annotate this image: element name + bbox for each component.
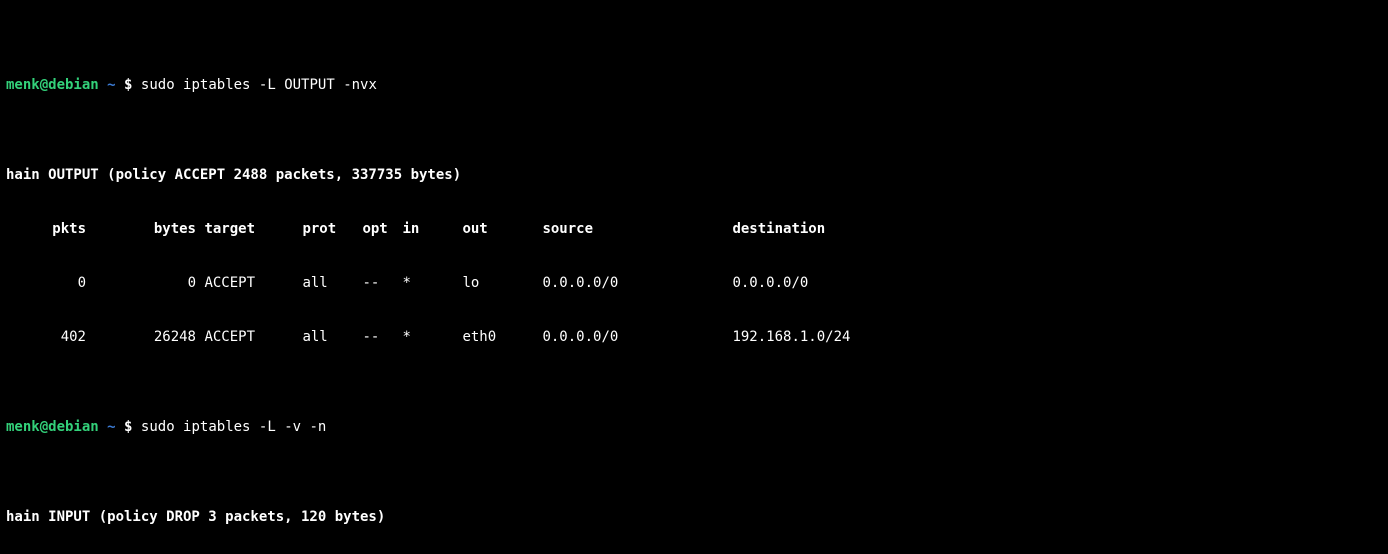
table-header-1: pktsbytes targetprotoptinoutsourcedestin…: [6, 220, 1382, 238]
userhost: menk@debian: [6, 77, 99, 93]
command-2: sudo iptables -L -v -n: [141, 419, 326, 435]
command-1: sudo iptables -L OUTPUT -nvx: [141, 77, 377, 93]
prompt-line-2: menk@debian ~ $ sudo iptables -L -v -n: [6, 418, 1382, 436]
userhost: menk@debian: [6, 419, 99, 435]
cwd-tilde: ~: [107, 77, 115, 93]
table-row: 00 ACCEPTall--*lo0.0.0.0/00.0.0.0/0: [6, 274, 1382, 292]
table-row: 40226248 ACCEPTall--*eth00.0.0.0/0192.16…: [6, 328, 1382, 346]
prompt-dollar: $: [124, 419, 132, 435]
prompt-dollar: $: [124, 77, 132, 93]
cwd-tilde: ~: [107, 419, 115, 435]
prompt-line-1: menk@debian ~ $ sudo iptables -L OUTPUT …: [6, 76, 1382, 94]
terminal[interactable]: menk@debian ~ $ sudo iptables -L OUTPUT …: [0, 0, 1388, 554]
chain-input-header: hain INPUT (policy DROP 3 packets, 120 b…: [6, 508, 1382, 526]
chain-output-header-1: hain OUTPUT (policy ACCEPT 2488 packets,…: [6, 166, 1382, 184]
